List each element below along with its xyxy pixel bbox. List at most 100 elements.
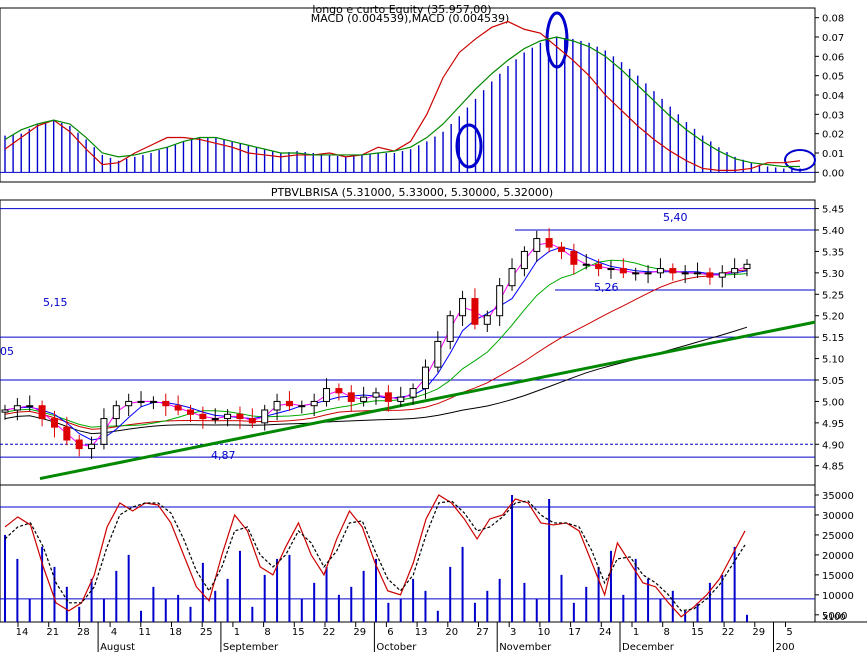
candle-body	[38, 405, 46, 420]
macd-y-tick-label: 0.06	[822, 52, 844, 63]
annotation-5-40: 5,40	[663, 211, 688, 224]
osc-y-tick-label: 15000	[822, 571, 854, 582]
chart-svg: longo e curto Equity (35.957,00) MACD (0…	[0, 3, 867, 653]
candle-body	[533, 238, 541, 252]
candle-body	[50, 418, 58, 428]
x-day-label: 10	[538, 627, 551, 638]
x-day-label: 5	[786, 627, 792, 638]
macd-y-tick-label: 0.01	[822, 149, 844, 160]
x-day-label: 20	[445, 627, 458, 638]
candle-body	[483, 315, 491, 325]
candle-body	[149, 400, 157, 403]
x-day-label: 14	[16, 627, 29, 638]
oscillator-panel: 5000 10000 15000 20000 25000 30000 35000	[0, 491, 854, 622]
candle-body	[520, 250, 528, 270]
candle-body	[409, 388, 417, 398]
candle-body	[694, 272, 702, 275]
candle-body	[347, 392, 355, 402]
macd-y-tick-label: 0.00	[822, 168, 844, 179]
stock-chart: longo e curto Equity (35.957,00) MACD (0…	[0, 0, 867, 653]
candle-body	[273, 400, 281, 411]
axis-labels: 14 21 28 4 11 18 25 1 8 15 22 29 6 13 20 27 3 10 17 24 1 8 15 2…	[16, 622, 795, 653]
candle-body	[743, 263, 751, 270]
candle-body	[632, 272, 640, 275]
candle-body	[1, 409, 9, 413]
candle-body	[335, 388, 343, 394]
x-day-label: 1	[633, 627, 639, 638]
annotation-5-05: 05	[0, 345, 14, 358]
candle-body	[174, 405, 182, 411]
x-day-label: 21	[46, 627, 59, 638]
macd-panel: 0.00 0.01 0.02 0.03 0.04 0.05 0.06 0.07 0.08	[0, 14, 844, 179]
candle-body	[558, 246, 565, 252]
candle-body	[508, 268, 516, 287]
candle-body	[236, 413, 244, 420]
x-day-label: 29	[353, 627, 366, 638]
candle-body	[261, 409, 269, 424]
candle-body	[471, 298, 479, 325]
candle-body	[731, 268, 739, 274]
osc-y-tick-label: 30000	[822, 511, 854, 522]
x-day-label: 27	[476, 627, 489, 638]
candle-body	[706, 272, 714, 278]
candle-body	[323, 388, 331, 402]
x-month-label: November	[499, 642, 552, 652]
x-day-label: 17	[568, 627, 581, 638]
highlight-circle-october	[455, 123, 483, 169]
x-day-label: 3	[510, 627, 516, 638]
x-month-label: October	[376, 642, 417, 652]
price-y-tick-label: 5.00	[822, 397, 844, 408]
candle-body	[421, 366, 429, 390]
candle-body	[298, 405, 306, 408]
x-day-label: 8	[264, 627, 270, 638]
candle-body	[681, 272, 689, 275]
candle-body	[496, 285, 504, 317]
x-day-label: 28	[77, 627, 90, 638]
trendline	[39, 320, 816, 481]
macd-y-tick-label: 0.07	[822, 33, 844, 44]
candle-body	[545, 238, 553, 248]
x-day-label: 13	[415, 627, 428, 638]
price-y-tick-label: 5.40	[822, 226, 844, 237]
price-y-tick-label: 5.25	[822, 290, 844, 301]
candle-body	[360, 396, 368, 402]
x-day-label: 22	[323, 627, 336, 638]
oscillator-panel-frame	[0, 484, 816, 623]
candle-body	[211, 418, 219, 421]
candle-body	[656, 268, 664, 274]
candle-body	[112, 405, 120, 420]
candle-body	[100, 418, 108, 445]
candle-body	[372, 392, 380, 398]
macd-y-tick-label: 0.03	[822, 110, 844, 121]
osc-y-tick-label: 25000	[822, 531, 854, 542]
candle-body	[459, 298, 467, 317]
x-day-label: 1	[234, 627, 240, 638]
candle-body	[248, 418, 256, 424]
x-day-label: 11	[138, 627, 151, 638]
candle-body	[619, 268, 627, 274]
candle-body	[137, 400, 145, 403]
macd-title-line-2: MACD (0.004539),MACD (0.004539)	[311, 12, 510, 25]
x-day-label: 15	[292, 627, 305, 638]
candle-body	[26, 405, 34, 408]
candle-body	[607, 268, 615, 271]
candle-body	[88, 443, 96, 450]
x-day-label: 8	[664, 627, 670, 638]
price-title: PTBVLBRISA (5.31000, 5.33000, 5.30000, 5…	[271, 186, 553, 199]
x-day-label: 24	[599, 627, 612, 638]
candle-body	[125, 400, 133, 407]
annotation-5-26: 5,26	[594, 281, 619, 294]
macd-y-tick-label: 0.05	[822, 72, 844, 83]
x-day-label: 18	[169, 627, 182, 638]
candle-body	[187, 409, 194, 415]
annotation-5-15: 5,15	[43, 296, 68, 309]
price-y-tick-label: 4.95	[822, 419, 844, 430]
price-panel-frame	[0, 199, 816, 486]
candle-body	[718, 272, 726, 278]
candle-body	[570, 250, 578, 265]
price-y-tick-label: 5.45	[822, 205, 844, 216]
candle-body	[384, 392, 392, 402]
x-month-label: August	[100, 642, 135, 652]
candle-body	[434, 340, 442, 368]
candle-body	[13, 405, 21, 411]
